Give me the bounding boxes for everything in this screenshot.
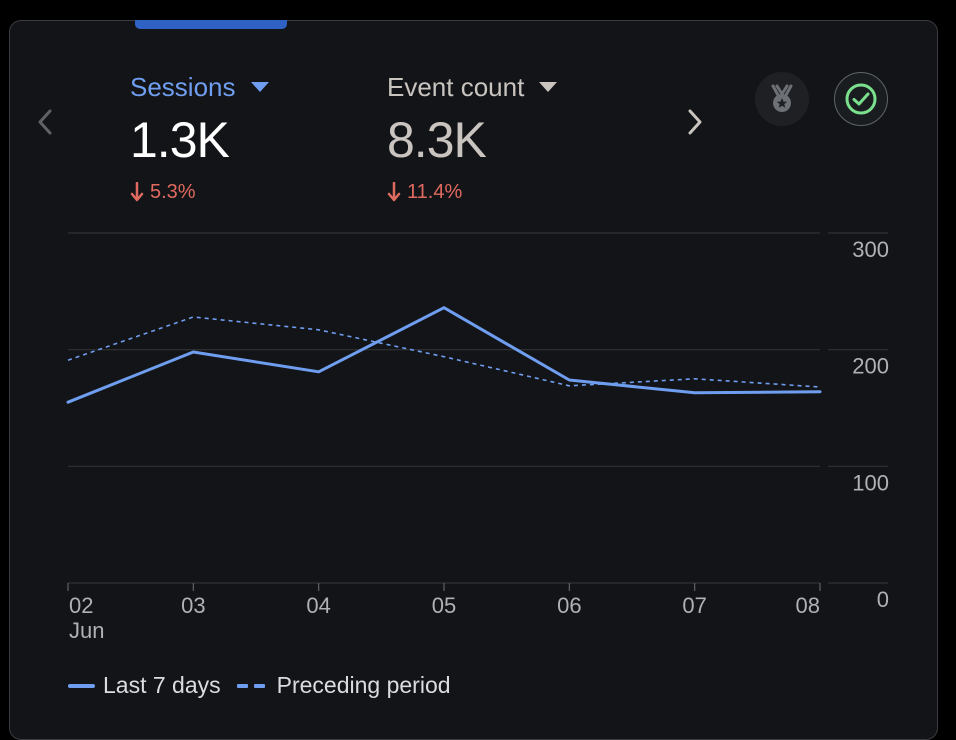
y-tick-label: 200 [852,354,889,379]
x-tick-label: 05 [432,593,456,618]
legend-label: Preceding period [277,672,451,699]
y-tick-label: 300 [852,237,889,262]
solid-line-swatch [68,684,95,688]
dashed-line-swatch [237,684,265,688]
chart-legend: Last 7 days Preceding period [68,672,451,699]
x-tick-label: 07 [682,593,706,618]
legend-item-last-7-days[interactable]: Last 7 days [68,672,221,699]
legend-label: Last 7 days [103,672,221,699]
series-line-last-7-days [68,308,820,403]
y-tick-label: 100 [852,470,889,495]
x-tick-label: 08 [796,593,820,618]
x-tick-label: 02 [69,593,93,618]
legend-item-preceding-period[interactable]: Preceding period [237,672,451,699]
x-tick-label: 04 [306,593,330,618]
series-line-preceding-period [68,317,820,387]
y-tick-label: 0 [877,587,889,612]
sessions-line-chart: 300 200 100 0 02 03 04 05 06 07 08 Jun [0,0,956,726]
x-month-label: Jun [69,618,104,643]
x-tick-label: 06 [557,593,581,618]
x-tick-label: 03 [181,593,205,618]
